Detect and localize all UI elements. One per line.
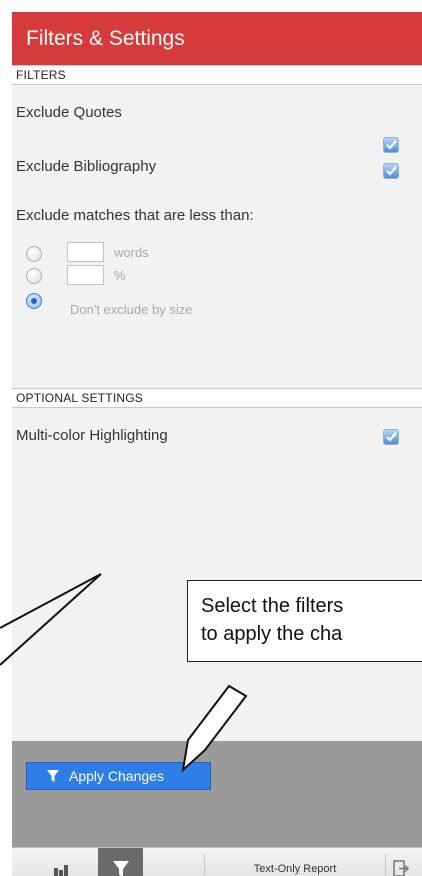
exclude-percent-input[interactable]: [67, 265, 104, 285]
text-only-report-button[interactable]: Text-Only Report: [205, 848, 385, 876]
checkmark-icon: [386, 140, 397, 150]
multi-color-highlighting-checkbox[interactable]: [383, 429, 399, 445]
panel-title: Filters & Settings: [26, 26, 185, 50]
dont-exclude-by-size-radio[interactable]: [26, 293, 42, 309]
apply-changes-button[interactable]: Apply Changes: [26, 762, 211, 790]
exclude-words-input[interactable]: [67, 242, 104, 262]
callout-line-2: to apply the cha: [201, 623, 343, 645]
optional-settings-section-label: OPTIONAL SETTINGS: [16, 391, 143, 405]
exclude-matches-label: Exclude matches that are less than:: [16, 207, 254, 224]
filters-tab-button[interactable]: [98, 848, 143, 876]
export-button[interactable]: [388, 848, 418, 876]
apply-area: [12, 741, 422, 847]
bottom-toolbar: Text-Only Report: [12, 847, 422, 876]
exclude-by-words-radio[interactable]: [26, 246, 42, 262]
callout-line-1: Select the filters: [201, 595, 344, 617]
exclude-quotes-label: Exclude Quotes: [16, 104, 122, 121]
multi-color-highlighting-label: Multi-color Highlighting: [16, 427, 168, 444]
apply-changes-label: Apply Changes: [69, 768, 164, 784]
text-only-report-label: Text-Only Report: [253, 862, 337, 875]
panel-header: Filters & Settings: [12, 12, 422, 65]
exclude-by-percent-radio[interactable]: [26, 268, 42, 284]
filter-icon: [113, 861, 129, 876]
checkmark-icon: [386, 166, 397, 176]
instruction-callout: Select the filters to apply the cha: [187, 580, 422, 662]
exclude-bibliography-label: Exclude Bibliography: [16, 158, 157, 175]
toolbar-separator: [385, 854, 386, 876]
export-icon: [393, 860, 410, 876]
percent-unit-label: %: [114, 268, 126, 283]
filters-settings-panel: Filters & Settings FILTERS Exclude Quote…: [12, 12, 422, 876]
optional-settings-section-header: OPTIONAL SETTINGS: [12, 388, 422, 408]
filters-section-label: FILTERS: [16, 68, 66, 82]
bar-chart-icon: [54, 865, 68, 876]
filters-section-header: FILTERS: [12, 65, 422, 85]
filter-icon: [47, 769, 59, 782]
report-view-button[interactable]: [50, 848, 96, 876]
exclude-bibliography-checkbox[interactable]: [383, 163, 399, 179]
checkmark-icon: [386, 432, 397, 442]
dont-exclude-by-size-label: Don't exclude by size: [70, 302, 193, 317]
exclude-quotes-checkbox[interactable]: [383, 137, 399, 153]
words-unit-label: words: [114, 245, 149, 260]
